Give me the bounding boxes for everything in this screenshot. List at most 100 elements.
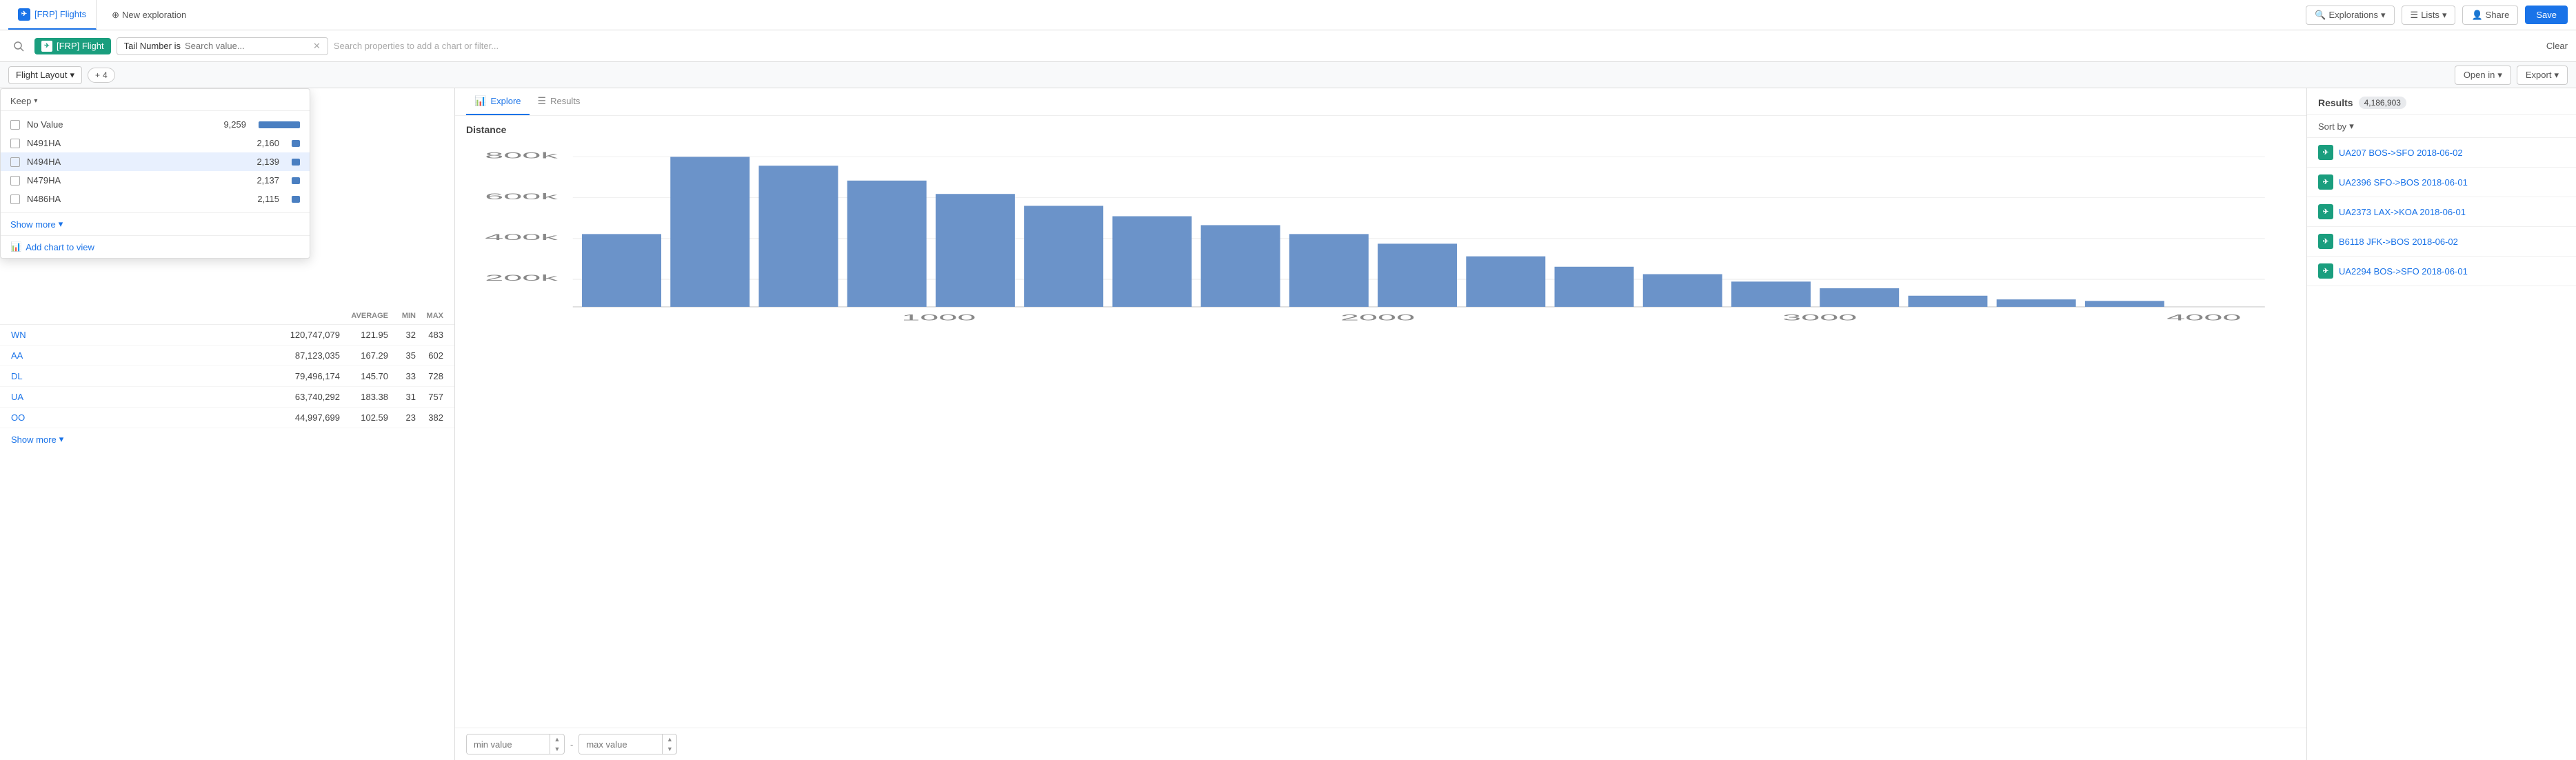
save-button[interactable]: Save xyxy=(2525,6,2568,24)
min-value-input[interactable] xyxy=(467,735,550,754)
tab-frp-flights[interactable]: ✈ [FRP] Flights xyxy=(8,0,97,30)
flight-layout-select[interactable]: Flight Layout ▾ xyxy=(8,66,82,84)
explorations-icon: 🔍 xyxy=(2315,10,2326,21)
n494ha-bar-rect xyxy=(292,159,300,166)
result-flight-icon-1: ✈ xyxy=(2318,174,2333,190)
row-min-wn: 32 xyxy=(388,330,416,340)
svg-text:200k: 200k xyxy=(485,274,558,283)
export-label: Export xyxy=(2526,70,2552,80)
search-button[interactable] xyxy=(8,36,29,57)
table-row[interactable]: UA 63,740,292 183.38 31 757 xyxy=(0,387,454,408)
result-flight-icon-2: ✈ xyxy=(2318,204,2333,219)
add-filter-chip[interactable]: + 4 xyxy=(88,68,115,83)
result-item-1[interactable]: ✈ UA2396 SFO->BOS 2018-06-01 xyxy=(2307,168,2576,197)
share-button[interactable]: 👤 Share xyxy=(2462,6,2518,25)
topbar-right: 🔍 Explorations ▾ ☰ Lists ▾ 👤 Share Save xyxy=(2306,6,2568,25)
open-in-button[interactable]: Open in ▾ xyxy=(2455,66,2511,85)
row-count-dl: 79,496,174 xyxy=(271,371,340,381)
dropdown-header: Keep ▾ xyxy=(1,89,310,111)
table-row[interactable]: OO 44,997,699 102.59 23 382 xyxy=(0,408,454,428)
n491ha-count: 2,160 xyxy=(256,138,279,148)
min-spin-down-icon[interactable]: ▼ xyxy=(550,744,564,754)
results-tab-icon: ☰ xyxy=(538,95,547,107)
n479ha-checkbox[interactable] xyxy=(10,176,20,186)
dropdown-item-n486ha[interactable]: N486HA 2,115 xyxy=(1,190,310,208)
new-exploration-tab[interactable]: ⊕ New exploration xyxy=(102,10,196,21)
layout-bar: Flight Layout ▾ + 4 Open in ▾ Export ▾ xyxy=(0,62,2576,88)
share-label: Share xyxy=(2486,10,2510,20)
novalue-bar xyxy=(259,121,300,128)
result-item-4[interactable]: ✈ UA2294 BOS->SFO 2018-06-01 xyxy=(2307,257,2576,286)
result-text-1: UA2396 SFO->BOS 2018-06-01 xyxy=(2339,177,2468,188)
chart-title: Distance xyxy=(455,116,2306,138)
result-item-2[interactable]: ✈ UA2373 LAX->KOA 2018-06-01 xyxy=(2307,197,2576,227)
filter-value-input[interactable] xyxy=(185,41,306,51)
left-panel: Keep ▾ No Value 9,259 N491HA 2,160 xyxy=(0,88,455,760)
result-flight-icon-4: ✈ xyxy=(2318,263,2333,279)
row-avg-ua: 183.38 xyxy=(340,392,388,402)
results-tab-label: Results xyxy=(550,96,580,106)
center-panel: 📊 Explore ☰ Results Distance 800k 600k 4… xyxy=(455,88,2307,760)
data-table: AVERAGE MIN MAX WN 120,747,079 121.95 32… xyxy=(0,302,454,456)
row-name-aa: AA xyxy=(11,350,271,361)
dropdown-show-more[interactable]: Show more ▾ xyxy=(1,212,310,235)
n491ha-label: N491HA xyxy=(27,138,82,148)
lists-button[interactable]: ☰ Lists ▾ xyxy=(2402,6,2456,25)
keep-label: Keep xyxy=(10,96,31,106)
global-filter-placeholder[interactable]: Search properties to add a chart or filt… xyxy=(334,41,2541,51)
entity-tag[interactable]: ✈ [FRP] Flight xyxy=(34,38,111,54)
n491ha-checkbox[interactable] xyxy=(10,139,20,148)
table-row[interactable]: WN 120,747,079 121.95 32 483 xyxy=(0,325,454,346)
tab-frp-flights-label: [FRP] Flights xyxy=(34,9,86,19)
open-in-label: Open in xyxy=(2464,70,2495,80)
dropdown-item-n494ha[interactable]: N494HA 2,139 xyxy=(1,152,310,171)
export-button[interactable]: Export ▾ xyxy=(2517,66,2568,85)
result-flight-icon-0: ✈ xyxy=(2318,145,2333,160)
result-item-0[interactable]: ✈ UA207 BOS->SFO 2018-06-02 xyxy=(2307,138,2576,168)
layout-chevron-icon: ▾ xyxy=(70,70,74,81)
table-row[interactable]: AA 87,123,035 167.29 35 602 xyxy=(0,346,454,366)
dropdown-item-n479ha[interactable]: N479HA 2,137 xyxy=(1,171,310,190)
clear-button[interactable]: Clear xyxy=(2546,41,2568,51)
svg-text:2000: 2000 xyxy=(1340,313,1415,322)
tab-explore[interactable]: 📊 Explore xyxy=(466,88,530,115)
row-name-ua: UA xyxy=(11,392,271,402)
explorations-button[interactable]: 🔍 Explorations ▾ xyxy=(2306,6,2394,25)
max-spin-down-icon[interactable]: ▼ xyxy=(663,744,676,754)
entity-icon: ✈ xyxy=(41,41,52,52)
col-header-avg: AVERAGE xyxy=(340,312,388,320)
novalue-checkbox[interactable] xyxy=(10,120,20,130)
table-show-more-label: Show more xyxy=(11,434,57,445)
max-spin-up-icon[interactable]: ▲ xyxy=(663,734,676,744)
row-max-oo: 382 xyxy=(416,412,443,423)
n486ha-checkbox[interactable] xyxy=(10,194,20,204)
min-value-input-container: ▲ ▼ xyxy=(466,734,565,754)
table-row[interactable]: DL 79,496,174 145.70 33 728 xyxy=(0,366,454,387)
table-show-more[interactable]: Show more ▾ xyxy=(0,428,454,450)
min-spin-up-icon[interactable]: ▲ xyxy=(550,734,564,744)
main-content: Keep ▾ No Value 9,259 N491HA 2,160 xyxy=(0,88,2576,760)
n494ha-checkbox[interactable] xyxy=(10,157,20,167)
add-chip-label: 4 xyxy=(103,70,108,80)
filter-tag[interactable]: Tail Number is ✕ xyxy=(117,37,328,55)
svg-text:600k: 600k xyxy=(485,192,558,201)
row-avg-aa: 167.29 xyxy=(340,350,388,361)
row-min-oo: 23 xyxy=(388,412,416,423)
sort-by-button[interactable]: Sort by ▾ xyxy=(2307,115,2576,138)
results-count-badge: 4,186,903 xyxy=(2359,97,2406,109)
dropdown-item-n491ha[interactable]: N491HA 2,160 xyxy=(1,134,310,152)
row-avg-oo: 102.59 xyxy=(340,412,388,423)
tab-results[interactable]: ☰ Results xyxy=(530,88,589,115)
search-bar: ✈ [FRP] Flight Tail Number is ✕ Search p… xyxy=(0,30,2576,62)
layout-bar-right: Open in ▾ Export ▾ xyxy=(2455,66,2568,85)
sort-by-chevron-icon: ▾ xyxy=(2349,121,2354,132)
col-header-min: MIN xyxy=(388,312,416,320)
svg-text:400k: 400k xyxy=(485,233,558,242)
add-chart-button[interactable]: 📊 Add chart to view xyxy=(1,235,310,258)
dropdown-item-novalue[interactable]: No Value 9,259 xyxy=(1,115,310,134)
n479ha-bar xyxy=(292,177,300,184)
result-item-3[interactable]: ✈ B6118 JFK->BOS 2018-06-02 xyxy=(2307,227,2576,257)
max-value-input[interactable] xyxy=(579,735,662,754)
n486ha-bar-rect xyxy=(292,196,300,203)
filter-close-icon[interactable]: ✕ xyxy=(313,41,321,52)
